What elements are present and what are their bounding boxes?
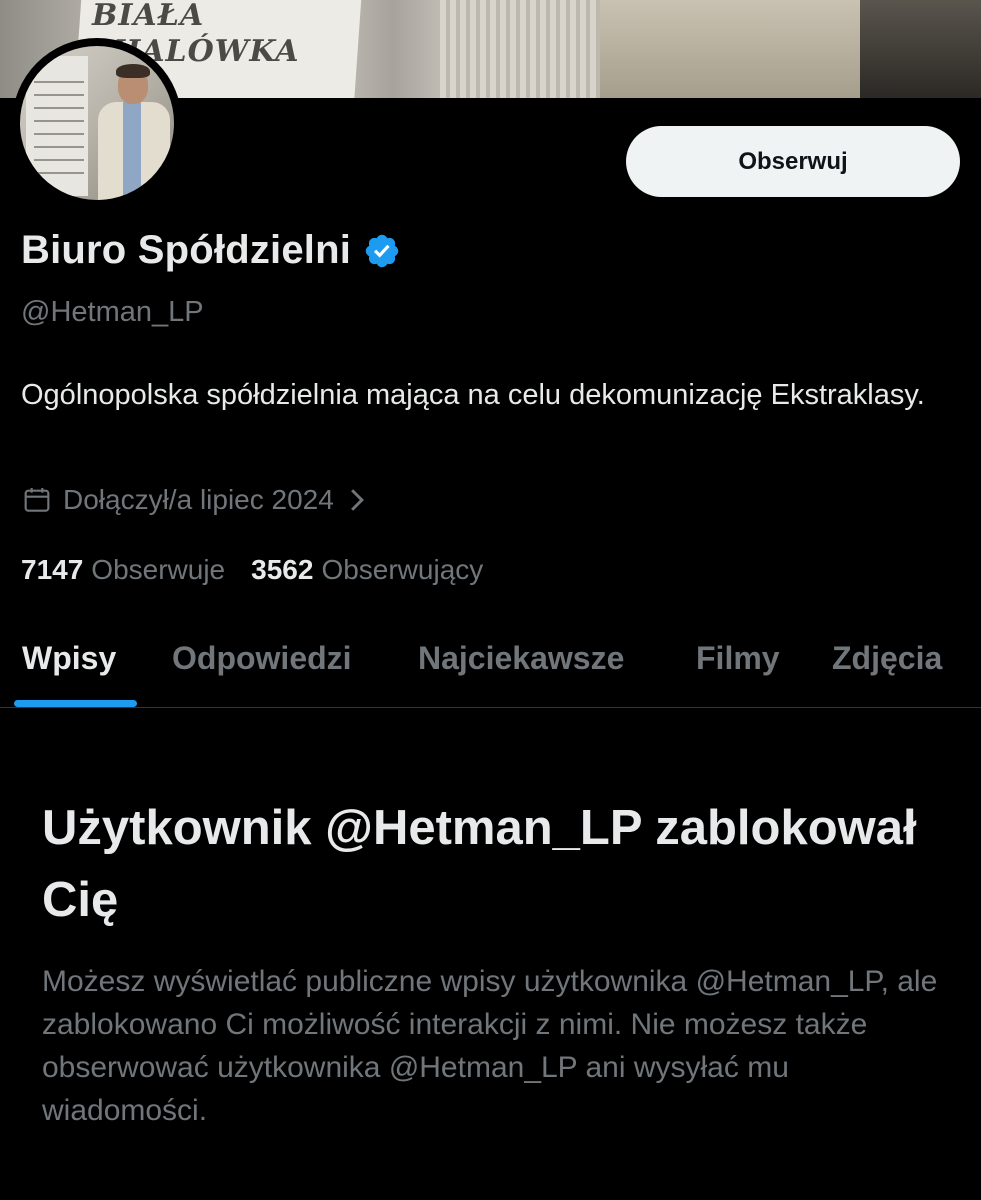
joined-date[interactable]: Dołączył/a lipiec 2024 bbox=[21, 484, 376, 516]
followers-count: 3562 bbox=[251, 554, 314, 585]
calendar-icon bbox=[24, 488, 50, 512]
profile-handle: @Hetman_LP bbox=[21, 296, 204, 328]
avatar-image bbox=[20, 46, 174, 200]
followers-link[interactable]: 3562 Obserwujący bbox=[251, 554, 483, 586]
follow-stats: 7147 Obserwuje 3562 Obserwujący bbox=[21, 554, 483, 586]
banner-figure-coat bbox=[600, 0, 860, 98]
tab-highlights[interactable]: Najciekawsze bbox=[418, 640, 624, 677]
tab-replies[interactable]: Odpowiedzi bbox=[172, 640, 352, 677]
joined-date-text: Dołączył/a lipiec 2024 bbox=[63, 484, 334, 515]
avatar-board-writing bbox=[34, 74, 84, 174]
tab-videos[interactable]: Filmy bbox=[696, 640, 780, 677]
banner-sign-line-1: BIAŁA bbox=[92, 0, 205, 33]
following-count: 7147 bbox=[21, 554, 84, 585]
avatar-person-body bbox=[98, 102, 170, 200]
followers-label: Obserwujący bbox=[321, 554, 484, 585]
tab-photos[interactable]: Zdjęcia bbox=[832, 640, 942, 677]
following-label: Obserwuje bbox=[91, 554, 226, 585]
chevron-right-icon bbox=[350, 489, 364, 511]
blocked-title: Użytkownik @Hetman_LP zablokował Cię bbox=[42, 801, 917, 927]
banner-background bbox=[860, 0, 981, 98]
tab-posts[interactable]: Wpisy bbox=[22, 640, 116, 677]
following-link[interactable]: 7147 Obserwuje bbox=[21, 554, 225, 586]
verified-badge-icon[interactable] bbox=[363, 232, 401, 270]
avatar[interactable] bbox=[12, 38, 182, 208]
display-name: Biuro Spółdzielni bbox=[21, 228, 352, 272]
avatar-person-hair bbox=[116, 64, 150, 78]
active-tab-indicator bbox=[14, 700, 137, 707]
blocked-message: Możesz wyświetlać publiczne wpisy użytko… bbox=[42, 965, 938, 1127]
follow-button[interactable]: Obserwuj bbox=[626, 126, 960, 197]
profile-name-row: Biuro Spółdzielni bbox=[21, 228, 401, 273]
profile-bio: Ogólnopolska spółdzielnia mająca na celu… bbox=[21, 379, 925, 411]
profile-tabs: Wpisy Odpowiedzi Najciekawsze Filmy Zdję… bbox=[0, 620, 981, 708]
